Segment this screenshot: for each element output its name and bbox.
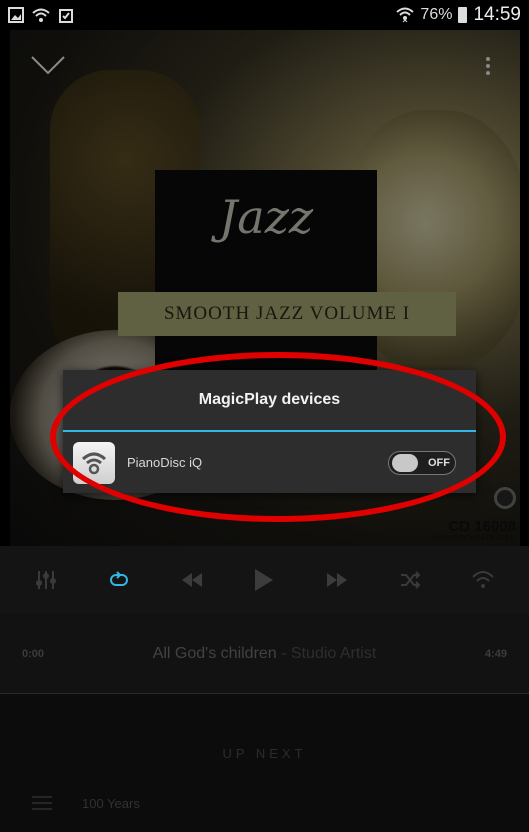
wifi-signal-icon — [396, 7, 415, 23]
up-next-section: UP NEXT 100 Years — [0, 694, 529, 832]
repeat-icon — [110, 571, 129, 586]
rewind-button[interactable] — [172, 560, 212, 600]
fast-forward-button[interactable] — [317, 560, 357, 600]
device-row[interactable]: PianoDisc iQ OFF — [63, 432, 476, 493]
battery-percent: 76% — [420, 6, 453, 23]
toggle-label: OFF — [428, 456, 450, 469]
track-artist: Studio Artist — [290, 644, 377, 662]
chevron-down-icon[interactable] — [30, 55, 66, 77]
device-toggle[interactable]: OFF — [388, 450, 456, 475]
wifi-icon — [32, 8, 50, 22]
play-button[interactable] — [244, 560, 284, 600]
up-next-label: UP NEXT — [222, 746, 307, 761]
now-playing-bar: 0:00 All God's children - Studio Artist … — [0, 614, 529, 694]
wifi-icon — [471, 571, 494, 588]
rewind-icon — [181, 573, 202, 587]
magicplay-button[interactable] — [463, 560, 503, 600]
device-name: PianoDisc iQ — [127, 455, 203, 470]
repeat-button[interactable] — [99, 560, 139, 600]
status-time: 14:59 — [473, 4, 521, 25]
gallery-icon — [8, 7, 24, 23]
drag-handle-icon[interactable] — [32, 792, 52, 814]
track-info[interactable]: All God's children - Studio Artist — [62, 645, 467, 663]
dialog-title: MagicPlay devices — [198, 391, 341, 408]
battery-icon — [458, 7, 468, 23]
track-title: All God's children — [152, 644, 277, 662]
overflow-menu-icon[interactable] — [486, 57, 492, 78]
equalizer-icon — [36, 571, 57, 589]
equalizer-button[interactable] — [26, 560, 66, 600]
playback-controls — [0, 546, 529, 614]
status-right: 76% 14:59 — [396, 4, 521, 26]
queue-item[interactable]: 100 Years — [0, 792, 529, 814]
queue-item-title: 100 Years — [82, 795, 140, 811]
shuffle-button[interactable] — [390, 560, 430, 600]
fast-forward-icon — [327, 573, 348, 587]
status-bar: 76% 14:59 — [0, 0, 529, 30]
track-duration: 4:49 — [484, 647, 507, 660]
magicplay-dialog: MagicPlay devices PianoDisc iQ OFF — [63, 370, 476, 493]
shuffle-icon — [400, 571, 421, 589]
status-left — [8, 7, 74, 23]
clipboard-icon — [59, 9, 73, 23]
pianodisc-device-icon — [73, 441, 115, 484]
play-icon — [255, 569, 274, 591]
elapsed-time: 0:00 — [22, 647, 45, 660]
track-separator: - — [276, 644, 291, 662]
toggle-knob — [392, 453, 418, 472]
